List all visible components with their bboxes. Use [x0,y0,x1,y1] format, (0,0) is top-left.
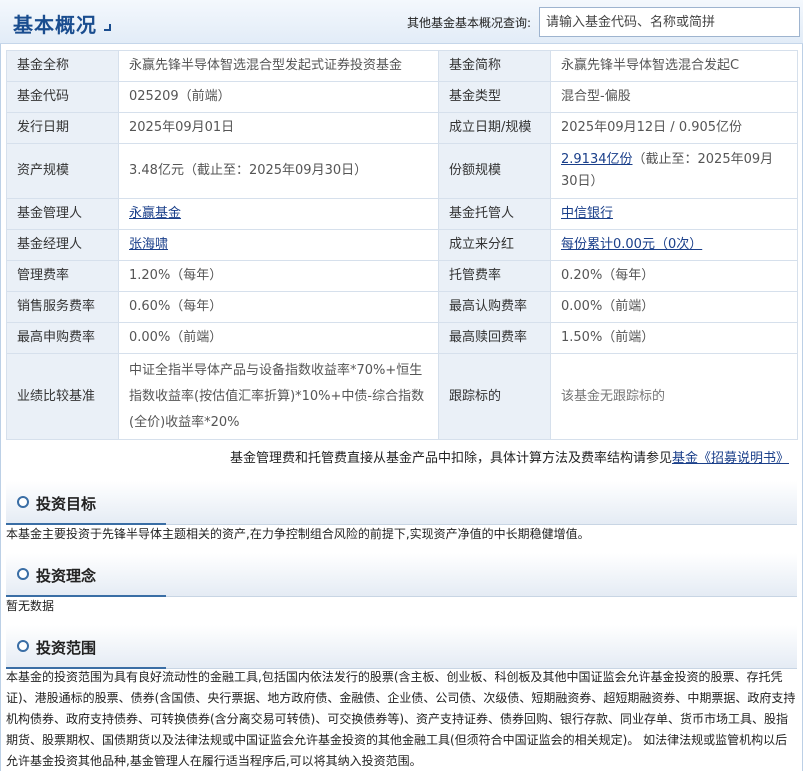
tracking-label: 跟踪标的 [438,353,551,440]
scope-title: 投资范围 [36,639,97,657]
page-title: 基本概况 [13,13,97,37]
mgmt-fee-value: 1.20%（每年） [118,260,439,292]
max-redeem-label: 最高赎回费率 [438,322,551,354]
share-size-label: 份额规模 [438,143,551,199]
type-value: 混合型-偏股 [550,81,798,113]
manager-company-label: 基金管理人 [6,198,119,230]
table-row: 资产规模 3.48亿元（截止至：2025年09月30日） 份额规模 2.9134… [6,143,798,199]
asset-size-label: 资产规模 [6,143,119,199]
establish-label: 成立日期/规模 [438,112,551,144]
custodian-link[interactable]: 中信银行 [561,206,613,221]
circle-bullet-icon [17,640,29,652]
asset-size-value: 3.48亿元（截止至：2025年09月30日） [118,143,439,199]
custodian-value: 中信银行 [550,198,798,230]
fee-note-text: 基金管理费和托管费直接从基金产品中扣除，具体计算方法及费率结构请参见 [229,451,672,466]
code-value: 025209（前端） [118,81,439,113]
issue-date-value: 2025年09月01日 [118,112,439,144]
table-row: 基金代码 025209（前端） 基金类型 混合型-偏股 [6,81,798,113]
dividend-label: 成立来分红 [438,229,551,261]
mgmt-fee-label: 管理费率 [6,260,119,292]
table-row: 基金全称 永赢先锋半导体智选混合型发起式证券投资基金 基金简称 永赢先锋半导体智… [6,50,798,82]
max-purchase-value: 0.00%（前端） [118,322,439,354]
table-row: 业绩比较基准 中证全指半导体产品与设备指数收益率*70%+恒生指数收益率(按估值… [6,353,798,440]
dividend-value: 每份累计0.00元（0次） [550,229,798,261]
prospectus-link[interactable]: 基金《招募说明书》 [672,451,789,466]
objective-title: 投资目标 [36,495,97,513]
short-name-value: 永赢先锋半导体智选混合发起C [550,50,798,82]
share-size-link[interactable]: 2.9134亿份 [561,152,633,167]
philosophy-section-header: 投资理念 [6,553,797,597]
fund-info-table: 基金全称 永赢先锋半导体智选混合型发起式证券投资基金 基金简称 永赢先锋半导体智… [6,50,798,440]
full-name-value: 永赢先锋半导体智选混合型发起式证券投资基金 [118,50,439,82]
code-label: 基金代码 [6,81,119,113]
manager-label: 基金经理人 [6,229,119,261]
fee-note: 基金管理费和托管费直接从基金产品中扣除，具体计算方法及费率结构请参见基金《招募说… [230,447,789,466]
benchmark-label: 业绩比较基准 [6,353,119,440]
table-row: 最高申购费率 0.00%（前端） 最高赎回费率 1.50%（前端） [6,322,798,354]
scope-text: 本基金的投资范围为具有良好流动性的金融工具,包括国内依法发行的股票(含主板、创业… [6,670,796,768]
table-row: 发行日期 2025年09月01日 成立日期/规模 2025年09月12日 / 0… [6,112,798,144]
sales-fee-value: 0.60%（每年） [118,291,439,323]
manager-link[interactable]: 张海啸 [129,237,168,252]
manager-company-link[interactable]: 永赢基金 [129,206,181,221]
max-purchase-label: 最高申购费率 [6,322,119,354]
table-row: 管理费率 1.20%（每年） 托管费率 0.20%（每年） [6,260,798,292]
dividend-link[interactable]: 每份累计0.00元（0次） [561,237,702,252]
issue-date-label: 发行日期 [6,112,119,144]
max-redeem-value: 1.50%（前端） [550,322,798,354]
table-row: 基金经理人 张海啸 成立来分红 每份累计0.00元（0次） [6,229,798,261]
sales-fee-label: 销售服务费率 [6,291,119,323]
philosophy-title: 投资理念 [36,567,97,585]
manager-company-value: 永赢基金 [118,198,439,230]
manager-value: 张海啸 [118,229,439,261]
custodian-label: 基金托管人 [438,198,551,230]
benchmark-value: 中证全指半导体产品与设备指数收益率*70%+恒生指数收益率(按估值汇率折算)*1… [118,353,439,440]
full-name-label: 基金全称 [6,50,119,82]
philosophy-text: 暂无数据 [6,599,55,613]
type-label: 基金类型 [438,81,551,113]
page-header: 基本概况 其他基金基本概况查询: [0,0,803,44]
search-label: 其他基金基本概况查询: [407,16,532,30]
establish-value: 2025年09月12日 / 0.905亿份 [550,112,798,144]
max-sub-value: 0.00%（前端） [550,291,798,323]
scope-section-header: 投资范围 [6,625,797,669]
objective-section-header: 投资目标 [6,481,797,525]
objective-text: 本基金主要投资于先锋半导体主题相关的资产,在力争控制组合风险的前提下,实现资产净… [6,527,590,541]
share-size-value: 2.9134亿份（截止至：2025年09月30日） [550,143,798,199]
corner-arrow-icon[interactable] [104,24,111,31]
custody-fee-value: 0.20%（每年） [550,260,798,292]
max-sub-label: 最高认购费率 [438,291,551,323]
fund-search-input[interactable] [539,7,800,37]
short-name-label: 基金简称 [438,50,551,82]
table-row: 基金管理人 永赢基金 基金托管人 中信银行 [6,198,798,230]
table-row: 销售服务费率 0.60%（每年） 最高认购费率 0.00%（前端） [6,291,798,323]
circle-bullet-icon [17,496,29,508]
custody-fee-label: 托管费率 [438,260,551,292]
tracking-value: 该基金无跟踪标的 [550,353,798,440]
circle-bullet-icon [17,568,29,580]
